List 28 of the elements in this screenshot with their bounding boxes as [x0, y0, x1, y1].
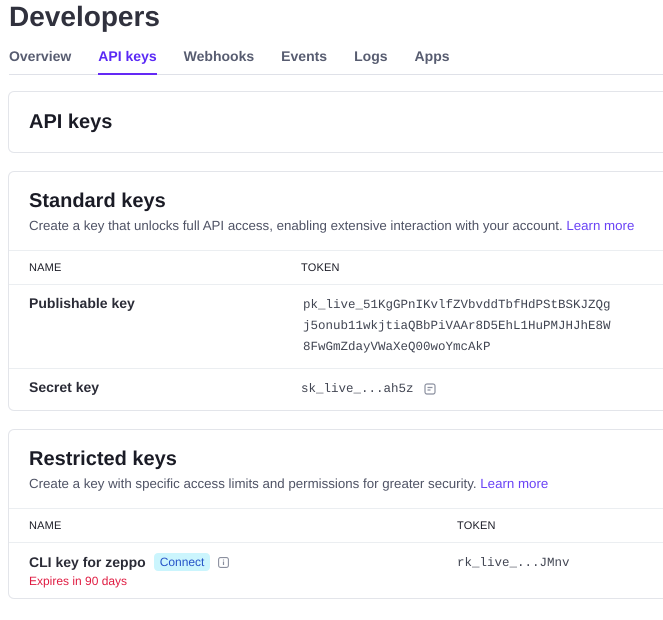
- key-name: CLI key for zeppo: [29, 554, 146, 570]
- section-description: Create a key with specific access limits and permissions for greater security. Learn more: [29, 476, 548, 491]
- tab[interactable]: API keys: [98, 45, 157, 75]
- column-header: TOKEN: [301, 261, 341, 276]
- section-title: Standard keys: [29, 190, 167, 213]
- tab[interactable]: Events: [281, 45, 328, 75]
- card-title: API keys: [28, 110, 114, 135]
- expiry-note: Expires in 90 days: [29, 574, 128, 588]
- column-header: TOKEN: [457, 519, 497, 534]
- learn-more-link[interactable]: Learn more: [480, 476, 548, 491]
- copy-icon[interactable]: [424, 383, 436, 395]
- tab[interactable]: Overview: [9, 45, 72, 75]
- section-title: Restricted keys: [29, 448, 178, 471]
- info-icon[interactable]: [218, 556, 230, 568]
- token-value: sk_live_...ah5z: [301, 381, 414, 398]
- connect-tag: Connect: [154, 553, 210, 571]
- column-header: NAME: [29, 261, 63, 276]
- section-description: Create a key that unlocks full API access, enabling extensive interaction with your account. Learn more: [29, 218, 634, 233]
- page-title: Developers: [9, 0, 161, 34]
- key-name: Secret key: [29, 379, 100, 395]
- learn-more-link[interactable]: Learn more: [566, 218, 634, 233]
- token-value: rk_live_...JMnv: [457, 555, 570, 572]
- tab[interactable]: Webhooks: [184, 45, 254, 75]
- key-name: Publishable key: [29, 295, 135, 311]
- column-header: NAME: [29, 519, 63, 534]
- token-value: pk_live_51KgGPnIKvlfZVbvddTbfHdPStBSKJZQgj5onub11wkjtiaQBbPiVAAr8D5EhL1HuPMJHJhE8W8FwGmZdayVWaXeQ00woYmcAkP: [302, 297, 611, 356]
- tab[interactable]: Apps: [414, 45, 450, 75]
- tab[interactable]: Logs: [354, 45, 388, 75]
